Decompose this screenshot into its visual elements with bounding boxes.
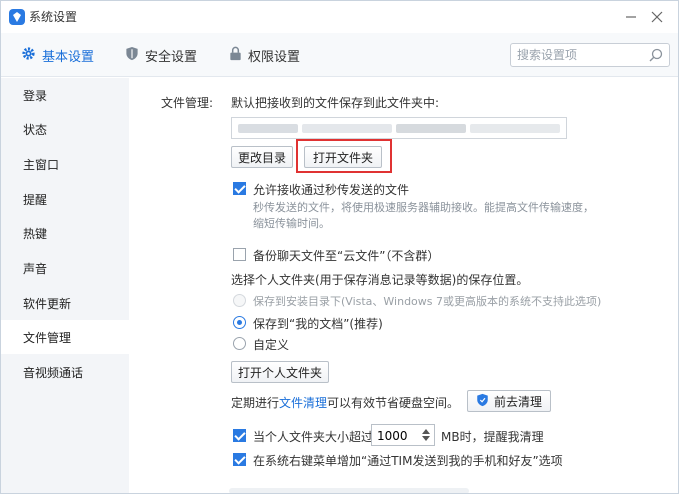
tab-security-settings[interactable]: 安全设置: [125, 45, 197, 65]
app-logo-icon: [9, 9, 25, 25]
sidebar-item-label: 音视频通话: [23, 365, 84, 380]
partially-hidden-row: [229, 488, 469, 493]
change-directory-button[interactable]: 更改目录: [231, 146, 293, 168]
radio-my-documents-label: 保存到“我的文档”(推荐): [253, 317, 383, 331]
size-limit-prefix: 当个人文件夹大小超过: [253, 430, 374, 444]
go-cleanup-label: 前去清理: [493, 394, 542, 409]
close-button[interactable]: [646, 7, 668, 27]
section-label: 文件管理:: [161, 96, 214, 110]
personal-folder-desc: 选择个人文件夹(用于保存消息记录等数据)的保存位置。: [231, 273, 529, 287]
sidebar-item-av-calls[interactable]: 音视频通话: [1, 355, 129, 389]
settings-sidebar: 登录 状态 主窗口 提醒 热键 声音 软件更新 文件管理 音视频通话: [1, 78, 129, 493]
cloud-backup-checkbox[interactable]: [233, 248, 246, 261]
file-cleanup-link[interactable]: 文件清理: [279, 396, 327, 410]
radio-install-dir[interactable]: [233, 294, 246, 307]
sidebar-item-reminder[interactable]: 提醒: [1, 182, 129, 216]
sidebar-item-software-update[interactable]: 软件更新: [1, 286, 129, 320]
file-management-panel: 文件管理: 默认把接收到的文件保存到此文件夹中: 更改目录 打开文件夹 允许接收…: [129, 78, 678, 493]
sidebar-item-label: 声音: [23, 261, 48, 276]
tab-basic-label: 基本设置: [42, 49, 95, 65]
sidebar-item-login[interactable]: 登录: [1, 78, 129, 112]
cloud-backup-label: 备份聊天文件至“云文件”（不含群）: [253, 249, 440, 263]
minimize-button[interactable]: [620, 7, 642, 27]
sidebar-item-label: 主窗口: [23, 157, 60, 172]
radio-custom[interactable]: [233, 337, 246, 350]
sidebar-item-label: 软件更新: [23, 296, 72, 311]
cleanup-suffix: 可以有效节省硬盘空间。: [327, 396, 460, 410]
lock-icon: [229, 46, 242, 65]
radio-install-dir-label: 保存到安装目录下(Vista、Windows 7或更高版本的系统不支持此选项): [253, 295, 602, 308]
sidebar-item-sound[interactable]: 声音: [1, 251, 129, 285]
search-icon[interactable]: [649, 48, 663, 62]
context-menu-checkbox[interactable]: [233, 453, 246, 466]
save-path-field: [231, 117, 567, 139]
save-location-desc: 默认把接收到的文件保存到此文件夹中:: [231, 96, 440, 110]
cleanup-prefix: 定期进行: [231, 396, 280, 410]
title-bar: 系统设置: [1, 1, 678, 33]
settings-window: 系统设置 基本设置 安全设置 权限设置 搜索设置项 登录 状态 主窗口 提醒 热…: [0, 0, 679, 494]
shield-icon: [125, 46, 139, 65]
fast-transfer-desc: 秒传发送的文件，将使用极速服务器辅助接收。能提高文件传输速度，缩短传输时间。: [253, 201, 594, 230]
context-menu-label: 在系统右键菜单增加“通过TIM发送到我的手机和好友”选项: [253, 454, 563, 468]
sidebar-item-file-management[interactable]: 文件管理: [1, 320, 129, 354]
size-limit-input[interactable]: [377, 428, 417, 443]
tab-permission-settings[interactable]: 权限设置: [229, 45, 300, 65]
sidebar-item-label: 热键: [23, 226, 48, 241]
search-input[interactable]: [517, 47, 642, 63]
sidebar-item-main-window[interactable]: 主窗口: [1, 147, 129, 181]
highlight-box: [296, 139, 392, 173]
tab-permission-label: 权限设置: [248, 49, 301, 65]
size-limit-suffix: MB时，提醒我清理: [441, 430, 544, 444]
tab-security-label: 安全设置: [145, 49, 198, 65]
sidebar-item-label: 登录: [23, 88, 48, 103]
sidebar-item-label: 状态: [23, 122, 48, 137]
fast-transfer-label: 允许接收通过秒传发送的文件: [253, 183, 410, 197]
window-title: 系统设置: [29, 10, 78, 24]
radio-my-documents[interactable]: [233, 316, 246, 329]
cleanup-desc: 定期进行文件清理可以有效节省硬盘空间。: [231, 394, 459, 411]
go-cleanup-button[interactable]: 前去清理: [467, 390, 551, 412]
sidebar-item-label: 文件管理: [23, 330, 72, 345]
gear-icon: [21, 46, 36, 65]
sidebar-item-hotkeys[interactable]: 热键: [1, 216, 129, 250]
shield-icon: [476, 393, 489, 410]
settings-search-box[interactable]: [510, 43, 670, 67]
tab-basic-settings[interactable]: 基本设置: [21, 45, 94, 65]
sidebar-item-label: 提醒: [23, 192, 48, 207]
sidebar-item-status[interactable]: 状态: [1, 112, 129, 146]
open-personal-folder-button[interactable]: 打开个人文件夹: [231, 361, 329, 383]
chevron-down-icon[interactable]: [421, 434, 431, 443]
radio-custom-label: 自定义: [253, 338, 290, 352]
fast-transfer-checkbox[interactable]: [233, 182, 246, 195]
size-limit-checkbox[interactable]: [233, 429, 246, 442]
size-limit-stepper[interactable]: [371, 424, 435, 446]
settings-tab-bar: 基本设置 安全设置 权限设置: [1, 33, 678, 77]
